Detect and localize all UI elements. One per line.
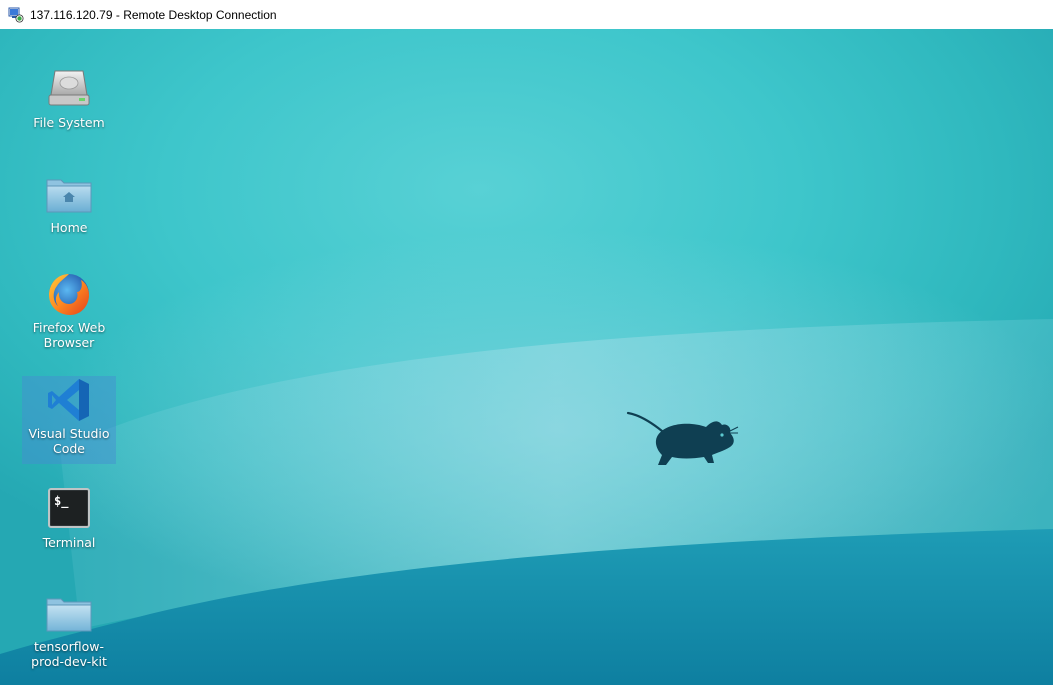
remote-desktop-window: 137.116.120.79 - Remote Desktop Connecti… bbox=[0, 0, 1053, 685]
desktop-icon-home[interactable]: Home bbox=[22, 170, 116, 235]
folder-icon bbox=[46, 598, 92, 632]
desktop-icon-vscode[interactable]: Visual Studio Code bbox=[22, 376, 116, 464]
hard-drive-icon bbox=[48, 70, 90, 106]
wallpaper bbox=[0, 319, 1053, 685]
desktop-icon-tensorflow-folder[interactable]: tensorflow- prod-dev-kit bbox=[22, 589, 116, 669]
desktop-icon-label: File System bbox=[33, 115, 105, 130]
window-title: 137.116.120.79 - Remote Desktop Connecti… bbox=[30, 7, 277, 22]
desktop-icon-label: Visual Studio Code bbox=[28, 426, 110, 456]
desktop-icon-file-system[interactable]: File System bbox=[22, 65, 116, 130]
terminal-icon: $_ bbox=[48, 488, 90, 528]
desktop-icon-label: Home bbox=[50, 220, 88, 235]
desktop-icon-label: Firefox Web Browser bbox=[32, 320, 106, 350]
desktop-icon-firefox[interactable]: Firefox Web Browser bbox=[22, 270, 116, 350]
firefox-icon bbox=[49, 274, 89, 315]
desktop-icon-label: Terminal bbox=[42, 535, 96, 550]
desktop-icon-terminal[interactable]: $_ Terminal bbox=[22, 485, 116, 550]
vscode-icon bbox=[48, 379, 89, 421]
window-titlebar[interactable]: 137.116.120.79 - Remote Desktop Connecti… bbox=[0, 0, 1053, 29]
remote-desktop-icon bbox=[8, 7, 24, 22]
desktop-icon-label: tensorflow- prod-dev-kit bbox=[31, 639, 107, 669]
svg-text:$_: $_ bbox=[54, 494, 69, 509]
xfce-mouse-icon bbox=[626, 411, 739, 465]
home-folder-icon bbox=[46, 179, 92, 213]
desktop[interactable]: File System Home Firefox Web Browser Vis… bbox=[0, 29, 1053, 685]
